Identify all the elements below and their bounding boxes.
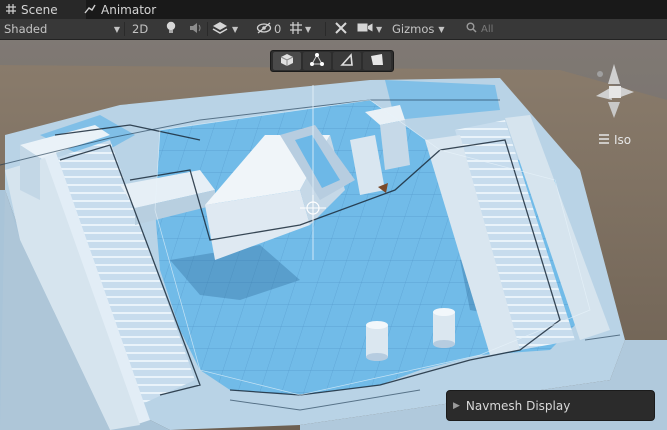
navmesh-display-label: Navmesh Display [465,398,571,413]
lightbulb-icon [165,21,177,38]
wrench-icon [334,21,348,38]
lighting-toggle[interactable] [162,21,180,37]
eye-slash-icon [256,22,272,37]
gizmos-dropdown[interactable]: Gizmos ▼ [392,21,456,37]
tools-toggle[interactable] [332,21,350,37]
hidden-objects-toggle[interactable]: 0 [256,21,281,37]
scene-viewport[interactable]: Iso [0,40,667,430]
layers-icon [212,21,228,38]
orientation-gizmo[interactable] [590,62,640,122]
chevron-down-icon: ▼ [376,24,383,34]
menu-lines-icon [598,133,610,147]
gizmo-x-dot [597,71,603,77]
foldout-arrow-icon[interactable]: ▶ [453,401,460,411]
tab-animator-label: Animator [101,2,157,17]
toolbar-divider [124,22,125,36]
audio-toggle[interactable] [188,21,204,37]
cylinder-left [366,321,388,361]
scene-render[interactable] [0,40,667,430]
gizmos-label: Gizmos [392,22,435,36]
projection-toggle[interactable]: Iso [598,133,631,147]
face-mode-button[interactable] [363,52,391,70]
projection-label: Iso [614,133,632,147]
cube-icon [280,53,294,70]
grid-icon [6,3,16,17]
draw-mode-dropdown[interactable]: Shaded ▼ [4,21,120,37]
block-upper-right-face [380,120,410,170]
navmesh-display-panel[interactable]: ▶ Navmesh Display [446,390,655,421]
grid-snap-icon [289,21,303,38]
toolbar-divider [207,22,208,36]
scene-toolbar: Shaded ▼ 2D ▼ 0 ▼ ▼ Gizmos ▼ All [0,19,667,40]
tab-scene[interactable]: Scene [0,0,86,19]
axis-y-cone [608,64,620,84]
search-icon [466,22,477,36]
edge-icon [339,52,355,70]
hidden-count: 0 [274,22,282,36]
draw-mode-label: Shaded [4,22,48,36]
gizmo-center [609,86,621,98]
mode-2d-label: 2D [132,22,149,36]
edge-mode-button[interactable] [333,52,361,70]
axis-neg-cone [608,102,620,118]
camera-icon [357,22,373,36]
vertex-icon [309,52,325,70]
camera-dropdown[interactable]: ▼ [357,21,387,37]
grid-toggle[interactable]: ▼ [289,21,319,37]
toolbar-divider [325,22,326,36]
speaker-icon [189,22,203,37]
chevron-down-icon: ▼ [232,24,239,34]
animator-icon [84,3,96,17]
tab-scene-label: Scene [21,2,58,17]
chevron-down-icon: ▼ [113,24,120,34]
editing-tools-overlay [270,50,394,72]
search-field[interactable]: All [466,21,510,37]
chevron-down-icon: ▼ [305,24,312,34]
object-mode-button[interactable] [273,52,301,70]
effects-dropdown[interactable]: ▼ [212,21,250,37]
all-filter-label: All [481,23,494,35]
mode-2d-toggle[interactable]: 2D [132,21,148,37]
cylinder-right [433,308,455,348]
tab-bar: Scene Animator [0,0,667,19]
chevron-down-icon: ▼ [438,24,445,34]
vertex-mode-button[interactable] [303,52,331,70]
tab-animator[interactable]: Animator [84,0,174,19]
face-icon [369,53,385,70]
